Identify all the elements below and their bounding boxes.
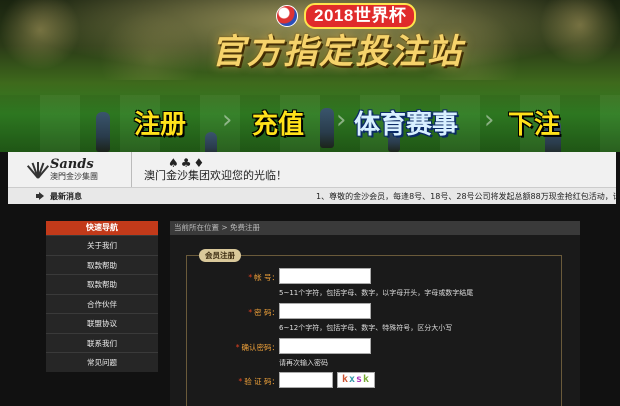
player-figure bbox=[205, 132, 217, 152]
nav-register[interactable]: 注册 bbox=[134, 104, 186, 140]
required-icon: * bbox=[235, 343, 240, 352]
form-title: 会员注册 bbox=[199, 249, 241, 262]
logo-cn-name: 澳門金沙集團 bbox=[50, 172, 98, 181]
confirm-password-hint: 请再次输入密码 bbox=[279, 359, 328, 367]
captcha-image[interactable]: kxsk bbox=[337, 372, 375, 388]
chevron-right-icon: › bbox=[336, 105, 347, 135]
sidebar-item-withdraw-help[interactable]: 取款帮助 bbox=[46, 254, 158, 274]
required-icon: * bbox=[238, 377, 243, 386]
required-icon: * bbox=[248, 273, 253, 282]
header-banner: 2018世界杯 官方指定投注站 注册 › 充值 › 体育赛事 › 下注 bbox=[0, 0, 620, 152]
nav-deposit[interactable]: 充值 bbox=[252, 104, 304, 140]
captcha-char: k bbox=[341, 374, 349, 385]
news-label: 最新消息 bbox=[50, 191, 82, 201]
sands-fan-icon bbox=[26, 161, 50, 179]
confirm-password-input[interactable] bbox=[279, 338, 371, 354]
sidebar-item-contact[interactable]: 联系我们 bbox=[46, 332, 158, 352]
card-suits-icon: ♠♣♦ bbox=[168, 155, 207, 170]
sidebar-item-faq[interactable]: 常见问题 bbox=[46, 352, 158, 372]
captcha-input[interactable] bbox=[279, 372, 333, 388]
captcha-char: x bbox=[348, 374, 356, 385]
site-title: 官方指定投注站 bbox=[211, 32, 463, 72]
sidebar-item-withdraw-help-2[interactable]: 取款帮助 bbox=[46, 274, 158, 294]
breadcrumb: 当前所在位置 > 免费注册 bbox=[170, 221, 580, 235]
quick-nav-sidebar: 快速导航 关于我们 取款帮助 取款帮助 合作伙伴 联盟协议 联系我们 常见问题 bbox=[46, 221, 158, 372]
chevron-right-icon: › bbox=[222, 105, 233, 135]
account-label: 帐 号： bbox=[254, 273, 279, 282]
player-figure bbox=[320, 108, 334, 148]
confirm-password-label: 确认密码： bbox=[241, 343, 280, 352]
logo-name: Sands bbox=[50, 157, 94, 172]
password-hint: 6~12个字符，包括字母、数字、特殊符号，区分大小写 bbox=[279, 324, 453, 332]
required-icon: * bbox=[248, 308, 253, 317]
password-input[interactable] bbox=[279, 303, 371, 319]
captcha-label: 验 证 码： bbox=[244, 377, 279, 386]
password-label: 密 码： bbox=[254, 308, 279, 317]
sidebar-item-affiliate[interactable]: 联盟协议 bbox=[46, 313, 158, 333]
account-input[interactable] bbox=[279, 268, 371, 284]
news-bar: 最新消息 1、尊敬的金沙会员，每逢8号、18号、28号公司将发起总额88万现金抢… bbox=[8, 188, 616, 204]
sidebar-item-about[interactable]: 关于我们 bbox=[46, 235, 158, 255]
sands-logo[interactable]: Sands 澳門金沙集團 bbox=[8, 152, 132, 187]
welcome-message: 澳门金沙集团欢迎您的光临！ bbox=[144, 168, 287, 182]
player-figure bbox=[96, 112, 110, 152]
chevron-right-icon: › bbox=[484, 105, 495, 135]
main-content: 当前所在位置 > 免费注册 会员注册 * 帐 号： 5~11个字符，包括字母、数字… bbox=[170, 221, 580, 406]
nav-bet[interactable]: 下注 bbox=[508, 104, 560, 140]
captcha-char: s bbox=[356, 374, 364, 385]
nav-sports-events[interactable]: 体育赛事 bbox=[354, 104, 458, 140]
sidebar-title: 快速导航 bbox=[46, 221, 158, 235]
captcha-char: k bbox=[363, 374, 371, 385]
registration-form: 会员注册 * 帐 号： 5~11个字符，包括字母、数字，以字母开头，字母或数字结尾… bbox=[186, 249, 562, 406]
news-ticker[interactable]: 1、尊敬的金沙会员，每逢8号、18号、28号公司将发起总额88万现金抢红包活动，… bbox=[316, 191, 616, 202]
sidebar-item-partners[interactable]: 合作伙伴 bbox=[46, 293, 158, 313]
speaker-icon bbox=[36, 192, 46, 200]
account-hint: 5~11个字符，包括字母、数字，以字母开头，字母或数字结尾 bbox=[279, 289, 474, 297]
brand-bar: Sands 澳門金沙集團 ♠♣♦ 澳门金沙集团欢迎您的光临！ bbox=[8, 152, 616, 188]
